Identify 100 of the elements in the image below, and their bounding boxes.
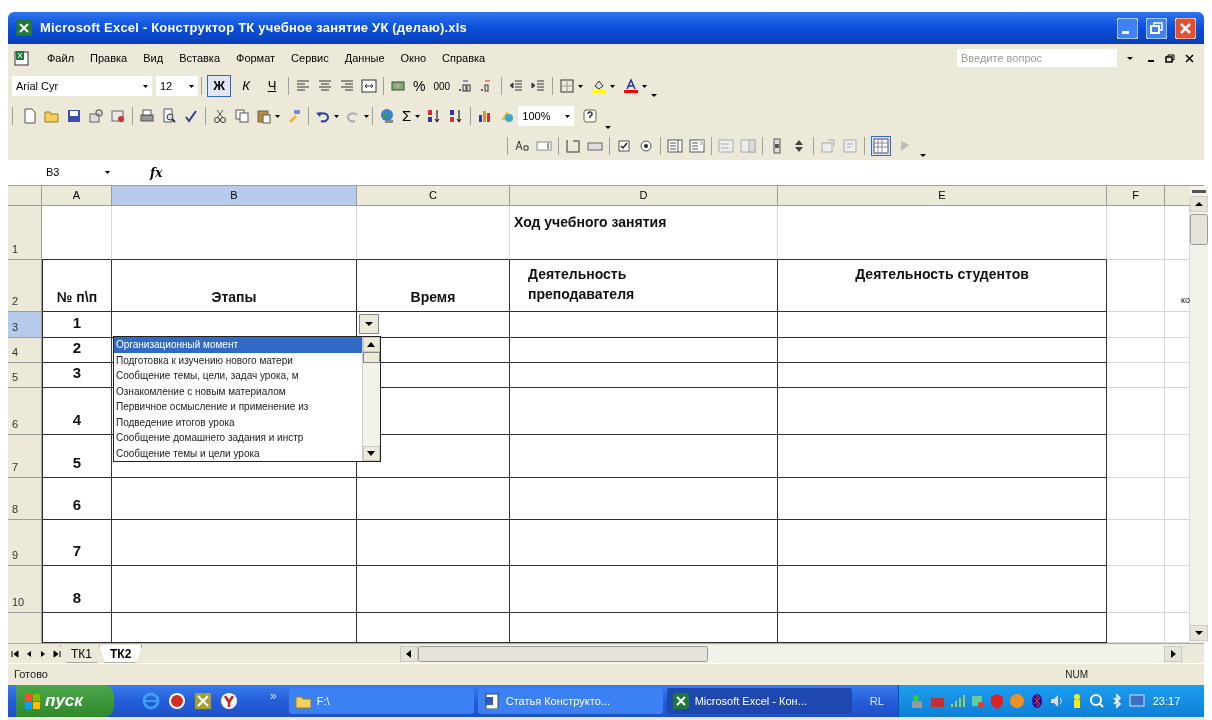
row-header[interactable]: 7 [8,435,42,478]
vertical-scrollbar[interactable] [1190,186,1208,643]
first-sheet-icon[interactable] [11,648,19,659]
speaker-icon[interactable] [1048,693,1065,709]
column-header[interactable]: D [510,186,778,206]
column-header[interactable]: C [357,186,510,206]
taskbar-button[interactable]: Microsoft Excel - Кон... [666,688,852,714]
row-header[interactable]: 5 [8,363,42,388]
scroll-up-icon[interactable] [1190,196,1208,212]
dropdown-list[interactable] [113,336,381,462]
dropdown-option[interactable]: Подведение итогов урока [114,414,362,430]
language-indicator[interactable]: RL [869,692,884,710]
percent-button[interactable]: % [409,75,430,97]
row-header[interactable]: 4 [8,338,42,363]
last-sheet-icon[interactable] [53,648,61,659]
scroll-thumb-icon[interactable] [363,352,380,363]
new-document-icon[interactable] [22,108,38,124]
scroll-left-icon[interactable] [400,645,419,662]
italic-button[interactable]: К [235,75,257,97]
help-icon[interactable] [582,108,599,124]
list-scrollbar[interactable] [362,337,380,461]
menu-item[interactable]: Вставка [172,47,227,69]
caret-icon[interactable] [143,84,148,88]
caret-icon[interactable] [565,114,571,118]
cross-box-icon[interactable] [194,692,212,710]
row-header[interactable]: 10 [8,566,42,613]
thousands-button[interactable]: 000 [429,78,455,94]
caret-icon[interactable] [364,114,369,118]
group-box-icon[interactable] [565,138,581,154]
scroll-right-icon[interactable] [1164,645,1182,662]
caret-icon[interactable] [105,171,110,174]
taskbar-button[interactable]: F:\ [288,688,474,714]
dropdown-option[interactable]: Сообщение темы, цели, задач урока, м [114,368,362,384]
menu-item[interactable]: Формат [229,47,283,69]
dropdown-option[interactable]: Сообщение домашнего задания и инстр [114,430,362,446]
globe-icon[interactable] [379,108,395,124]
scroll-down-icon[interactable] [1190,625,1208,641]
checkbox-tool-icon[interactable] [616,138,632,154]
menu-item[interactable]: Правка [83,47,135,69]
print-preview-icon[interactable] [161,108,177,124]
label-tool-icon[interactable] [514,138,530,154]
save-icon[interactable] [66,108,82,124]
split-handle-icon[interactable] [1190,190,1208,194]
column-header[interactable]: E [778,186,1107,206]
menu-item[interactable]: Данные [337,47,392,69]
autosum-button[interactable]: Σ [398,104,416,128]
row-header[interactable]: 6 [8,388,42,435]
previous-sheet-icon[interactable] [25,648,33,659]
radio-tool-icon[interactable] [638,138,654,154]
menu-item[interactable]: Файл [40,47,82,69]
menu-item[interactable]: Сервис [284,47,336,69]
column-header[interactable]: A [42,186,112,206]
merge-center-icon[interactable] [361,78,377,94]
menu-item[interactable]: Вид [136,47,171,69]
currency-icon[interactable] [390,78,406,94]
decrease-indent-icon[interactable] [508,78,525,94]
align-left-icon[interactable] [295,78,311,94]
restore-icon[interactable] [1165,53,1175,63]
horizontal-scrollbar[interactable] [400,644,1182,663]
dropdown-option[interactable]: Первичное осмысление и применение из [114,399,362,415]
row-header[interactable]: 2 [8,260,42,312]
scroll-down-icon[interactable] [363,446,380,461]
overflow-button[interactable]: » [270,687,277,705]
caret-icon[interactable] [415,114,421,118]
caret-icon[interactable] [642,84,648,88]
increase-decimal-icon[interactable] [457,78,474,94]
dropdown-option[interactable]: Организационный момент [114,337,362,353]
zoom-field[interactable]: 100% [518,106,575,126]
caret-icon[interactable] [578,84,584,88]
workbook-icon[interactable] [14,50,30,66]
menu-item[interactable]: Справка [435,47,493,69]
caret-icon[interactable] [275,114,280,118]
next-sheet-icon[interactable] [39,648,47,659]
dropdown-arrow-button[interactable] [359,314,379,334]
spelling-icon[interactable] [183,108,199,124]
scroll-thumb-icon[interactable] [1190,214,1208,245]
increase-indent-icon[interactable] [530,78,547,94]
fill-color-icon[interactable] [591,78,608,94]
permission-icon[interactable] [88,108,104,124]
dropdown-option[interactable]: Сообщение темы и цели урока [114,445,362,461]
column-header[interactable]: F [1107,186,1165,206]
taskbar-button[interactable]: Статья Конструкто... [477,688,663,714]
font-name-field[interactable]: Arial Cyr [12,76,152,96]
scissors-icon[interactable] [212,108,228,124]
scroll-up-icon[interactable] [363,337,380,352]
list-box-icon[interactable] [667,138,683,154]
dropdown-option[interactable]: Подготовка к изучению нового матери [114,352,362,368]
font-size-field[interactable]: 12 [156,76,198,96]
edit-box-icon[interactable] [536,138,552,154]
help-search-field[interactable]: Введите вопрос [957,49,1117,67]
font-color-icon[interactable] [623,78,640,94]
bold-button[interactable]: Ж [207,75,231,97]
caret-icon[interactable] [334,114,339,118]
sheet-tab[interactable]: ТК2 [99,644,143,663]
row-header[interactable]: 9 [8,520,42,566]
caret-icon[interactable] [189,84,194,88]
magnifier-icon[interactable] [1088,693,1105,709]
align-center-icon[interactable] [317,78,333,94]
start-button[interactable]: пуск [16,685,114,717]
caret-icon[interactable] [1127,56,1133,60]
